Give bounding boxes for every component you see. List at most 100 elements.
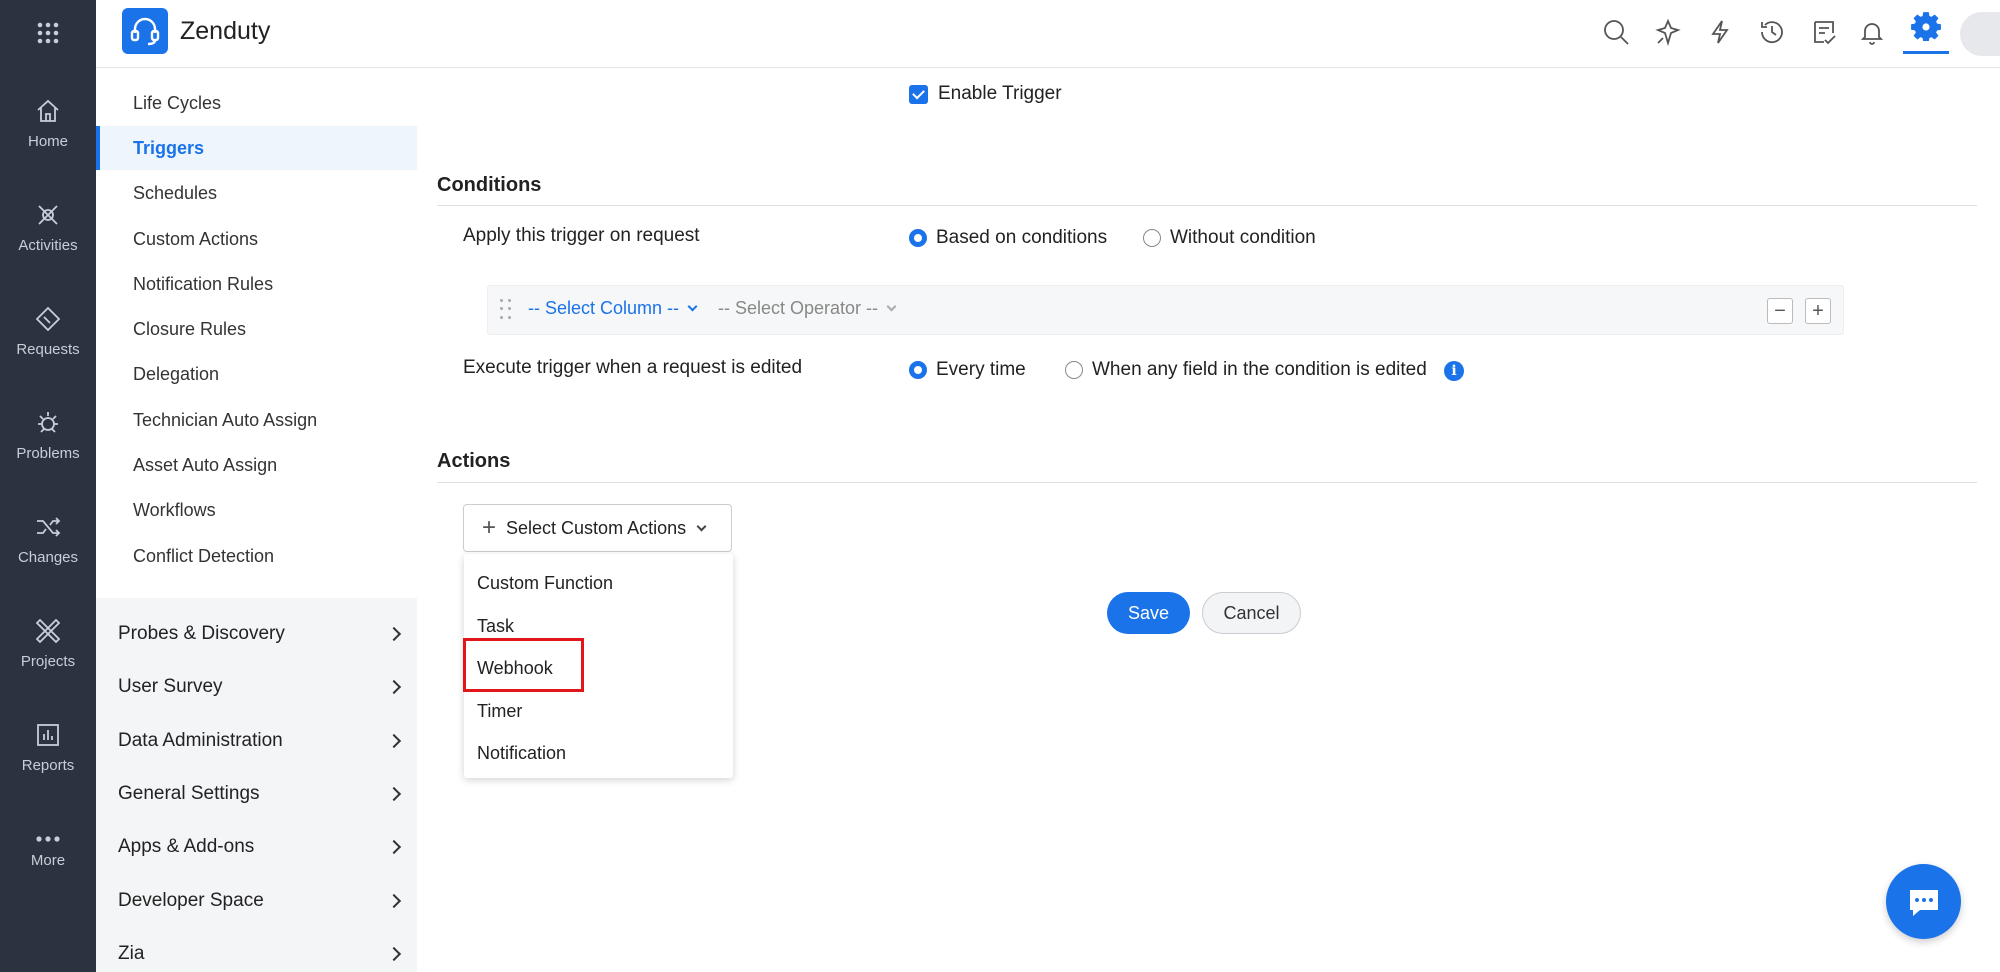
group-label: Developer Space <box>118 889 264 911</box>
changes-icon <box>37 516 61 537</box>
remove-condition-button[interactable]: − <box>1767 298 1793 324</box>
brand-logo-icon <box>122 8 168 54</box>
sidebar-item-triggers[interactable]: Triggers <box>96 126 417 170</box>
radio-label-based-on-conditions: Based on conditions <box>936 227 1108 248</box>
sidebar-item-technician-auto-assign[interactable]: Technician Auto Assign <box>96 398 417 442</box>
main-content: Enable Trigger Conditions Apply this tri… <box>417 68 2000 972</box>
rail-item-reports[interactable]: Reports <box>0 702 96 792</box>
sidebar-item-asset-auto-assign[interactable]: Asset Auto Assign <box>96 443 417 487</box>
sidebar-item-notification-rules[interactable]: Notification Rules <box>96 262 417 306</box>
sidebar-item-conflict-detection[interactable]: Conflict Detection <box>96 534 417 578</box>
more-icon <box>36 835 60 842</box>
enable-trigger-label: Enable Trigger <box>938 83 1062 104</box>
bell-icon[interactable] <box>1854 14 1890 50</box>
group-label: Probes & Discovery <box>118 622 285 644</box>
settings-sidebar: Life Cycles Triggers Schedules Custom Ac… <box>96 68 417 972</box>
sidebar-group-apps-addons[interactable]: Apps & Add-ons <box>96 820 417 873</box>
divider <box>437 205 1977 206</box>
enable-trigger-checkbox[interactable] <box>909 85 928 104</box>
group-label: Apps & Add-ons <box>118 835 255 857</box>
rail-label: Reports <box>21 756 75 774</box>
avatar[interactable] <box>1960 12 2000 56</box>
search-icon[interactable] <box>1598 14 1634 50</box>
actions-title: Actions <box>437 450 511 472</box>
rail-label: Activities <box>18 236 78 254</box>
select-operator-dropdown[interactable]: -- Select Operator -- <box>718 298 897 319</box>
plus-icon: + <box>482 514 497 541</box>
top-header: Zenduty <box>96 0 2000 68</box>
sidebar-item-life-cycles[interactable]: Life Cycles <box>96 81 417 125</box>
dropdown-item-notification[interactable]: Notification <box>464 732 733 774</box>
radio-label-when-field-edited: When any field in the condition is edite… <box>1092 359 1427 380</box>
chat-icon <box>1909 889 1938 916</box>
sidebar-item-workflows[interactable]: Workflows <box>96 488 417 532</box>
rail-item-home[interactable]: Home <box>0 78 96 168</box>
apply-trigger-label: Apply this trigger on request <box>463 225 700 246</box>
radio-based-on-conditions[interactable] <box>909 229 927 247</box>
chevron-right-icon <box>386 679 402 694</box>
apps-grid-icon[interactable] <box>0 0 96 66</box>
condition-row: -- Select Column -- -- Select Operator -… <box>487 285 1844 335</box>
execute-trigger-label: Execute trigger when a request is edited <box>463 357 803 378</box>
sidebar-group-data-administration[interactable]: Data Administration <box>96 714 417 767</box>
group-label: Zia <box>118 942 145 964</box>
drag-handle-icon[interactable] <box>500 299 512 321</box>
add-condition-button[interactable]: + <box>1805 298 1831 324</box>
notes-icon[interactable] <box>1806 14 1842 50</box>
cancel-button[interactable]: Cancel <box>1202 592 1301 634</box>
dropdown-item-timer[interactable]: Timer <box>464 690 733 732</box>
dropdown-item-custom-function[interactable]: Custom Function <box>464 562 733 604</box>
radio-when-field-edited[interactable] <box>1065 361 1083 379</box>
chevron-right-icon <box>386 626 402 641</box>
select-custom-actions-button[interactable]: + Select Custom Actions <box>463 504 732 552</box>
radio-every-time[interactable] <box>909 361 927 379</box>
history-icon[interactable] <box>1754 14 1790 50</box>
sidebar-group-developer-space[interactable]: Developer Space <box>96 874 417 927</box>
sidebar-group-probes-discovery[interactable]: Probes & Discovery <box>96 607 417 660</box>
sidebar-item-closure-rules[interactable]: Closure Rules <box>96 307 417 351</box>
brand-name: Zenduty <box>180 16 271 45</box>
gear-icon[interactable] <box>1903 0 1949 54</box>
sidebar-group-user-survey[interactable]: User Survey <box>96 660 417 713</box>
chevron-down-icon <box>886 301 897 312</box>
save-button[interactable]: Save <box>1107 592 1190 634</box>
magic-wand-icon[interactable] <box>1650 14 1686 50</box>
chevron-right-icon <box>386 946 402 961</box>
rail-label: Requests <box>16 340 80 358</box>
lightning-icon[interactable] <box>1702 14 1738 50</box>
sidebar-group-zia[interactable]: Zia <box>96 927 417 972</box>
problems-icon <box>38 411 58 433</box>
settings-groups: Probes & Discovery User Survey Data Admi… <box>96 598 417 972</box>
rail-item-requests[interactable]: Requests <box>0 286 96 376</box>
rail-item-more[interactable]: More <box>0 806 96 896</box>
radio-label-every-time: Every time <box>936 359 1026 380</box>
home-icon <box>37 99 59 122</box>
rail-label: Changes <box>17 548 79 566</box>
select-column-label: -- Select Column -- <box>528 298 680 318</box>
chevron-down-icon <box>687 301 698 312</box>
reports-icon <box>37 723 59 746</box>
group-label: General Settings <box>118 782 260 804</box>
select-column-dropdown[interactable]: -- Select Column -- <box>528 298 698 319</box>
rail-item-projects[interactable]: Projects <box>0 598 96 688</box>
rail-item-activities[interactable]: Activities <box>0 182 96 272</box>
sidebar-group-general-settings[interactable]: General Settings <box>96 767 417 820</box>
chevron-down-icon <box>696 521 707 531</box>
rail-label: Projects <box>20 652 76 670</box>
info-icon[interactable]: i <box>1444 361 1464 381</box>
divider <box>437 482 1977 483</box>
sidebar-item-schedules[interactable]: Schedules <box>96 171 417 215</box>
sidebar-item-custom-actions[interactable]: Custom Actions <box>96 217 417 261</box>
brand[interactable]: Zenduty <box>122 8 270 54</box>
group-label: Data Administration <box>118 729 283 751</box>
rail-item-changes[interactable]: Changes <box>0 494 96 584</box>
webhook-highlight-box <box>463 638 584 692</box>
rail-item-problems[interactable]: Problems <box>0 390 96 480</box>
nav-rail: Home Activities Requests Problems Change… <box>0 0 96 972</box>
projects-icon <box>35 618 61 643</box>
chat-button[interactable] <box>1886 864 1961 939</box>
radio-without-condition[interactable] <box>1143 229 1161 247</box>
radio-label-without-condition: Without condition <box>1170 227 1316 248</box>
sidebar-item-delegation[interactable]: Delegation <box>96 352 417 396</box>
group-label: User Survey <box>118 675 223 697</box>
